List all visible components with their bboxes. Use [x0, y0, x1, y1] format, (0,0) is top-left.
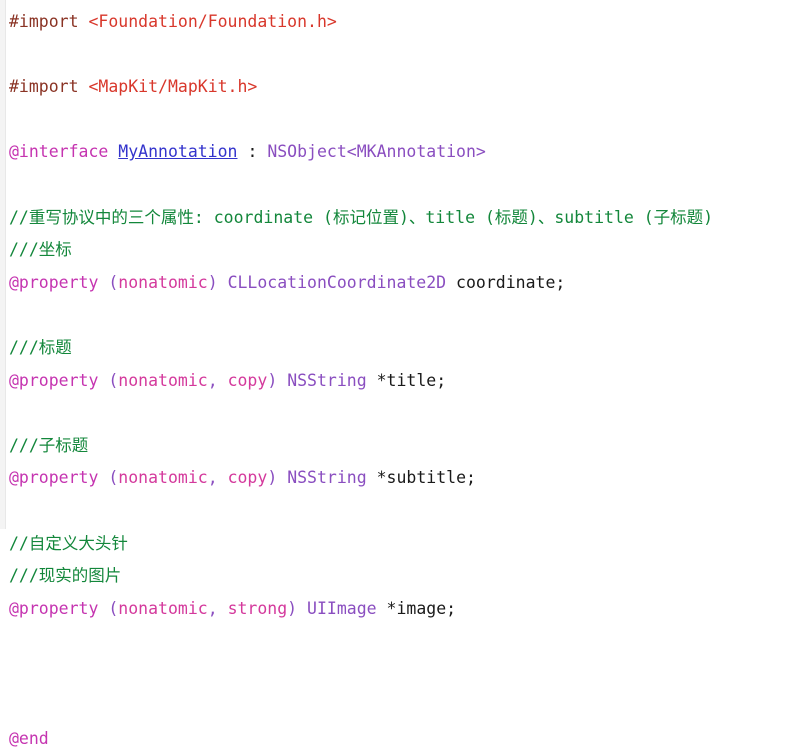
code-line[interactable]: ///坐标: [9, 234, 803, 267]
code-line[interactable]: [9, 39, 803, 72]
code-token-type: UIImage: [307, 598, 377, 618]
code-token-attr: nonatomic: [118, 272, 208, 292]
code-token-attr: copy: [227, 468, 268, 488]
code-line[interactable]: @property (nonatomic) CLLocationCoordina…: [9, 267, 803, 300]
code-token-keyword: @interface: [9, 142, 109, 162]
code-line[interactable]: @property (nonatomic, copy) NSString *su…: [9, 462, 803, 495]
code-token-plain: *title;: [376, 370, 447, 390]
code-token-header: <Foundation/Foundation.h>: [88, 12, 337, 31]
code-token-punct: (: [108, 370, 119, 390]
code-token-type: NSString: [287, 468, 367, 488]
code-token-comment: //自定义大头针: [9, 533, 128, 553]
code-token-attr: nonatomic: [118, 370, 208, 390]
code-token-comment: ///现实的图片: [9, 566, 122, 586]
code-token-punct: ): [287, 598, 298, 618]
code-line[interactable]: //重写协议中的三个属性: coordinate (标记位置)、title (标…: [9, 202, 803, 235]
code-line[interactable]: [9, 397, 803, 430]
code-token-punct: ,: [207, 598, 218, 618]
code-token-comment: ///标题: [9, 337, 72, 357]
code-token-plain: *image;: [386, 598, 457, 618]
code-token-keyword: @property: [9, 598, 99, 618]
code-token-header: <MapKit/MapKit.h>: [88, 77, 258, 97]
code-line[interactable]: @property (nonatomic, copy) NSString *ti…: [9, 365, 803, 398]
code-token-attr: nonatomic: [118, 598, 208, 618]
code-token-keyword: @property: [9, 468, 99, 488]
code-token-keyword: @property: [9, 370, 99, 390]
code-line[interactable]: ///标题: [9, 332, 803, 365]
code-token-punct: ): [207, 272, 218, 292]
code-token-attr: nonatomic: [118, 468, 208, 488]
code-viewer[interactable]: #import <Foundation/Foundation.h> #impor…: [0, 0, 803, 748]
code-token-attr: copy: [227, 370, 268, 390]
code-line[interactable]: ///子标题: [9, 430, 803, 463]
editor-gutter: [0, 0, 6, 529]
code-line[interactable]: [9, 690, 803, 723]
code-token-punct: ): [267, 468, 278, 488]
code-token-plain: :: [247, 142, 258, 162]
code-line[interactable]: [9, 299, 803, 332]
code-line[interactable]: [9, 658, 803, 691]
code-token-preproc: #import: [9, 77, 79, 97]
code-line[interactable]: @end: [9, 723, 803, 756]
code-token-type: NSObject<MKAnnotation>: [267, 142, 486, 162]
code-line[interactable]: #import <Foundation/Foundation.h>: [9, 6, 803, 39]
code-line-list[interactable]: #import <Foundation/Foundation.h> #impor…: [9, 6, 803, 756]
code-line[interactable]: //自定义大头针: [9, 528, 803, 561]
code-line[interactable]: #import <MapKit/MapKit.h>: [9, 71, 803, 104]
code-token-plain: *subtitle;: [376, 468, 476, 488]
code-token-attr: strong: [227, 598, 288, 618]
code-line[interactable]: [9, 104, 803, 137]
code-token-comment: //重写协议中的三个属性: coordinate (标记位置)、title (标…: [9, 207, 714, 227]
code-token-punct: ): [267, 370, 278, 390]
code-token-type: CLLocationCoordinate2D: [227, 272, 447, 292]
code-token-type: NSString: [287, 370, 367, 390]
code-token-punct: (: [108, 272, 119, 292]
code-line[interactable]: [9, 169, 803, 202]
code-token-comment: ///坐标: [9, 240, 72, 260]
code-line[interactable]: @interface MyAnnotation : NSObject<MKAnn…: [9, 136, 803, 169]
code-token-punct: ,: [207, 370, 218, 390]
code-token-punct: (: [108, 468, 119, 488]
code-line[interactable]: [9, 495, 803, 528]
code-token-punct: (: [108, 598, 119, 618]
code-token-comment: ///子标题: [9, 435, 89, 455]
code-line[interactable]: [9, 625, 803, 658]
code-token-punct: ,: [207, 468, 218, 488]
code-token-keyword: @property: [9, 272, 99, 292]
code-line[interactable]: ///现实的图片: [9, 560, 803, 593]
code-token-classname[interactable]: MyAnnotation: [118, 142, 237, 161]
code-token-keyword: @end: [9, 729, 49, 749]
code-token-plain: coordinate;: [456, 272, 566, 292]
code-line[interactable]: @property (nonatomic, strong) UIImage *i…: [9, 593, 803, 626]
code-token-preproc: #import: [9, 12, 79, 31]
